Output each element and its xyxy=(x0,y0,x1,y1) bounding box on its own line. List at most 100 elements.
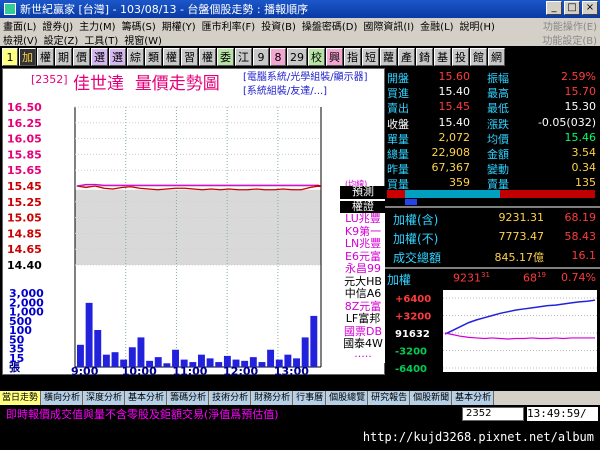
analysis-tab[interactable]: 基本分析 xyxy=(126,391,168,405)
price-tick-label: 15.05 xyxy=(7,212,42,225)
toolbar-tab[interactable]: 8 xyxy=(270,48,286,66)
menu-item[interactable]: 設定(Z) xyxy=(41,32,82,47)
menu-item[interactable]: 功能設定(B) xyxy=(539,32,600,47)
volume-bar xyxy=(120,359,128,367)
warrant-item[interactable]: LN兆豐 xyxy=(340,237,386,251)
toolbar-tab[interactable]: 權 xyxy=(163,48,180,66)
quote-label: 單量 xyxy=(387,132,409,146)
toolbar-tab[interactable]: 加 xyxy=(19,48,36,66)
quote-label: 賣量 xyxy=(487,178,509,192)
minimize-button[interactable]: _ xyxy=(546,1,562,15)
volume-bar xyxy=(137,337,145,367)
volume-bar xyxy=(102,354,110,367)
menu-item[interactable]: 國際資訊(I) xyxy=(360,18,417,33)
menu-item[interactable]: 匯市利率(F) xyxy=(199,18,259,33)
toolbar-tab[interactable]: 期 xyxy=(55,48,72,66)
menu-item[interactable]: 主力(M) xyxy=(76,18,118,33)
toolbar-tab[interactable]: 類 xyxy=(145,48,162,66)
warrant-item[interactable]: 國泰4W xyxy=(340,337,386,351)
volume-bar xyxy=(267,349,275,367)
menu-item[interactable]: 操盤密碼(D) xyxy=(299,18,361,33)
mini-index-change-decimal: 19 xyxy=(537,271,546,279)
volume-bar xyxy=(94,330,102,367)
warrant-item[interactable]: ····· xyxy=(340,350,386,364)
quote-value: 15.40 xyxy=(438,85,471,99)
analysis-tab[interactable]: 行事曆 xyxy=(294,391,327,405)
toolbar-tab[interactable]: 選 xyxy=(91,48,108,66)
quote-label: 振幅 xyxy=(487,72,509,85)
toolbar-tab[interactable]: 投 xyxy=(452,48,469,66)
menu-item[interactable]: 視窗(W) xyxy=(121,32,165,47)
menu-item[interactable]: 籌碼(S) xyxy=(119,18,159,33)
toolbar-tab[interactable]: 價 xyxy=(73,48,90,66)
analysis-tab[interactable]: 籌碼分析 xyxy=(168,391,210,405)
menu-item[interactable]: 畫面(L) xyxy=(0,18,39,33)
toolbar-tab[interactable]: 短 xyxy=(362,48,379,66)
volume-bar xyxy=(293,358,300,367)
warrant-item[interactable]: 中信A6 xyxy=(340,287,386,301)
menu-item[interactable]: 檢視(V) xyxy=(0,32,41,47)
price-tick-label: 16.05 xyxy=(7,133,42,146)
series-line-average xyxy=(76,183,319,187)
toolbar-tab[interactable]: 29 xyxy=(287,48,307,66)
price-tick-label: 15.65 xyxy=(7,164,42,177)
toolbar-tab[interactable]: 校 xyxy=(308,48,325,66)
analysis-tab[interactable]: 基本分析 xyxy=(453,391,495,405)
toolbar-tab[interactable]: 權 xyxy=(199,48,216,66)
quote-value: 15.45 xyxy=(438,100,471,114)
toolbar-tab[interactable]: 網 xyxy=(488,48,505,66)
quote-label: 賣出 xyxy=(387,102,409,116)
toolbar-tab[interactable]: 選 xyxy=(109,48,126,66)
toolbar-tab[interactable]: 江 xyxy=(235,48,252,66)
quote-value: 15.70 xyxy=(564,85,597,99)
analysis-tab[interactable]: 技術分析 xyxy=(210,391,252,405)
toolbar-tab[interactable]: 權 xyxy=(37,48,54,66)
index-label: 成交總額 xyxy=(393,251,442,265)
menu-item[interactable]: 說明(H) xyxy=(457,18,498,33)
warrant-item[interactable]: LU兆豐 xyxy=(340,212,386,226)
toolbar-tab[interactable]: 產 xyxy=(398,48,415,66)
menu-item[interactable]: 金融(L) xyxy=(417,18,456,33)
function-tab-bar: 1 加權期價選選綜類權習權委江 9 8 29 校興指短蘿產錡基投館網 xyxy=(0,46,600,68)
price-tick-label: 14.85 xyxy=(7,227,42,240)
toolbar-tab[interactable]: 委 xyxy=(217,48,234,66)
volume-bar xyxy=(172,349,179,367)
analysis-tab[interactable]: 財務分析 xyxy=(252,391,294,405)
toolbar-tab[interactable]: 指 xyxy=(344,48,361,66)
menu-item[interactable]: 功能操作(E) xyxy=(540,18,600,33)
toolbar-tab[interactable]: 綜 xyxy=(127,48,144,66)
toolbar-tab[interactable]: 9 xyxy=(253,48,269,66)
index-change: 16.1 xyxy=(571,249,597,262)
toolbar-tab[interactable]: 1 xyxy=(2,48,18,66)
analysis-tab[interactable]: 橫向分析 xyxy=(42,391,84,405)
quote-value: 3.54 xyxy=(571,146,597,159)
toolbar-tab[interactable]: 基 xyxy=(434,48,451,66)
close-button[interactable]: × xyxy=(582,1,598,15)
menu-item[interactable]: 證券(J) xyxy=(39,18,76,33)
toolbar-tab[interactable]: 館 xyxy=(470,48,487,66)
maximize-button[interactable]: □ xyxy=(564,1,580,15)
quote-label: 買進 xyxy=(387,87,409,101)
menu-item[interactable]: 期權(Y) xyxy=(159,18,199,33)
toolbar-tab[interactable]: 興 xyxy=(326,48,343,66)
toolbar-tab[interactable]: 習 xyxy=(181,48,198,66)
price-tick-label: 14.40 xyxy=(7,259,42,272)
analysis-tab[interactable]: 個股新聞 xyxy=(411,391,453,405)
price-tick-label: 15.45 xyxy=(7,180,42,193)
warrant-item[interactable]: 永昌99 xyxy=(340,262,386,276)
analysis-tab[interactable]: 當日走勢 xyxy=(0,391,42,405)
index-value: 845.17億 xyxy=(494,251,545,264)
menu-item[interactable]: 投資(B) xyxy=(258,18,299,33)
toolbar-tab[interactable]: 蘿 xyxy=(380,48,397,66)
stock-code-input[interactable]: 2352 xyxy=(462,407,524,421)
analysis-tab[interactable]: 個股總覽 xyxy=(327,391,369,405)
menu-item[interactable]: 工具(T) xyxy=(81,32,121,47)
volume-bar xyxy=(77,344,84,367)
volume-ratio-bar-sell xyxy=(500,190,595,198)
mini-chart-pct: 0.74% xyxy=(561,271,596,284)
warrant-item[interactable]: LF富邦 xyxy=(340,312,386,326)
toolbar-tab[interactable]: 錡 xyxy=(416,48,433,66)
analysis-tab[interactable]: 深度分析 xyxy=(84,391,126,405)
window-title: 新世紀贏家 [台灣] - 103/08/13 - 台盤個股走勢 : 播報順序 xyxy=(20,3,309,16)
analysis-tab[interactable]: 研究報告 xyxy=(369,391,411,405)
